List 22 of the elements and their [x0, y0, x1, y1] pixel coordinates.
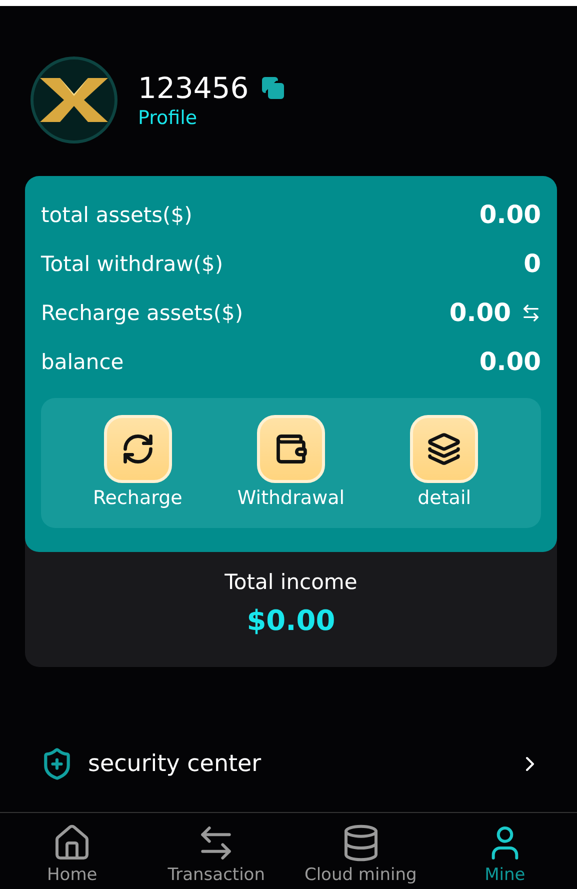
asset-value: 0.00	[449, 298, 511, 327]
asset-label: balance	[41, 350, 124, 374]
nav-tab[interactable]: Transaction	[144, 813, 288, 889]
menu-item[interactable]: security center	[25, 747, 557, 781]
asset-value: 0.00	[479, 347, 541, 376]
asset-label: Recharge assets($)	[41, 300, 244, 324]
income-label: Total income	[224, 570, 358, 594]
asset-value: 0	[524, 249, 541, 278]
layers-icon	[410, 415, 478, 483]
asset-value: 0.00	[479, 200, 541, 229]
profile-link[interactable]: Profile	[138, 107, 198, 129]
nav-tab[interactable]: Home	[0, 813, 144, 889]
user-id: 123456	[138, 71, 249, 105]
asset-label: total assets($)	[41, 202, 192, 226]
nav-tab[interactable]: Mine	[432, 813, 577, 889]
nav-tab[interactable]: Cloud mining	[288, 813, 433, 889]
income-value: $0.00	[246, 604, 336, 637]
avatar-logo-icon	[30, 56, 118, 144]
asset-label: Total withdraw($)	[41, 252, 224, 276]
wallet-icon	[256, 415, 325, 483]
exchange-icon[interactable]	[521, 302, 541, 322]
copy-icon[interactable]	[260, 76, 285, 100]
